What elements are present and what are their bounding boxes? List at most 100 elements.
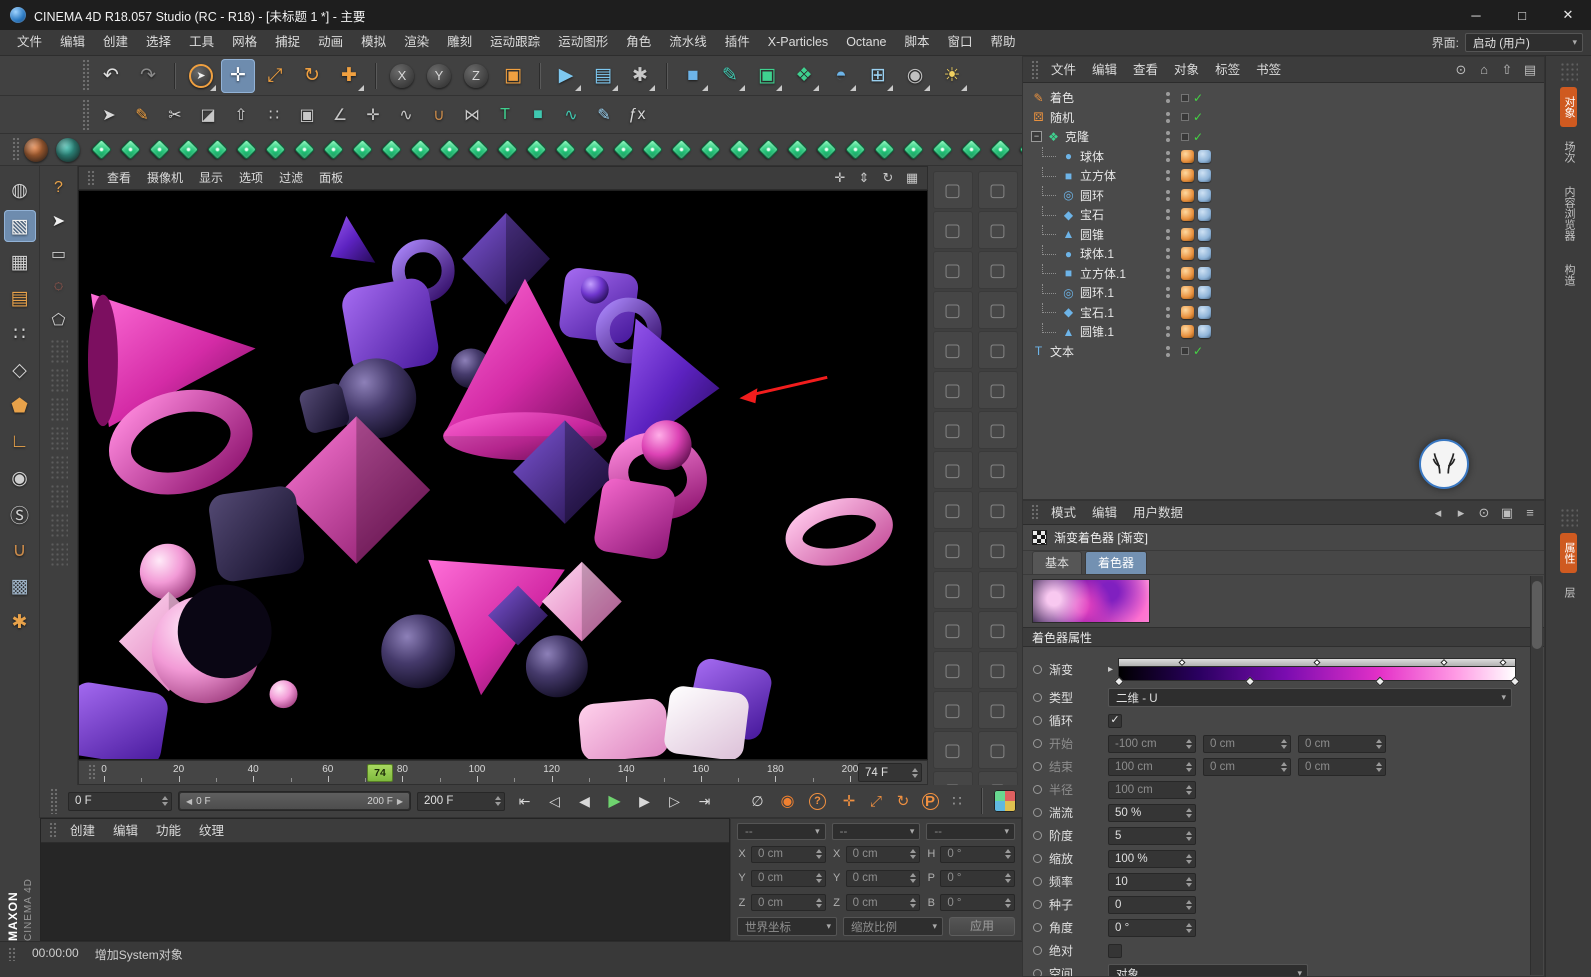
menu-item-6[interactable]: 网格: [223, 30, 266, 55]
mograph-effector-icon-5[interactable]: [204, 137, 230, 163]
stepper-arrows[interactable]: [1005, 873, 1011, 883]
scale-tool-icon[interactable]: ⤢: [258, 59, 292, 93]
attribute-checkbox[interactable]: ✓: [1108, 714, 1122, 728]
palette-separator-handle[interactable]: [50, 368, 68, 392]
editor-visibility-dot[interactable]: [1166, 287, 1170, 291]
lock-x-axis-icon[interactable]: X: [385, 59, 419, 93]
render-visibility-dot[interactable]: [1166, 99, 1170, 103]
render-visibility-dot[interactable]: [1166, 353, 1170, 357]
menu-item-10[interactable]: 渲染: [395, 30, 438, 55]
stepper-arrows[interactable]: [1186, 831, 1192, 841]
menu-item-4[interactable]: 选择: [137, 30, 180, 55]
dock-tab-top-1[interactable]: 对象: [1560, 87, 1577, 127]
texture-tag-icon[interactable]: [1181, 267, 1194, 280]
previous-frame-button[interactable]: ◀: [571, 788, 598, 814]
stepper-arrows[interactable]: [816, 849, 822, 859]
attribute-checkbox[interactable]: [1108, 944, 1122, 958]
layer-box[interactable]: [1181, 94, 1189, 102]
coordinate-header-select-1[interactable]: --▾: [737, 823, 826, 840]
gradient-bar[interactable]: [1118, 666, 1516, 681]
stepper-arrows[interactable]: [1186, 762, 1192, 772]
mograph-effector-icon-12[interactable]: [407, 137, 433, 163]
menu-item-18[interactable]: Octane: [837, 30, 895, 55]
dock-tab-top-3[interactable]: 内容浏览器: [1560, 177, 1577, 250]
visibility-toggles[interactable]: [1155, 170, 1181, 181]
side-palette-icon-1-12[interactable]: ▢: [933, 611, 973, 649]
goto-start-button[interactable]: ⇤: [511, 788, 538, 814]
palette-separator-handle[interactable]: [50, 542, 68, 566]
key-rotation-button[interactable]: ↻: [891, 789, 915, 813]
attribute-number-field[interactable]: 5: [1108, 827, 1196, 845]
object-row-6[interactable]: ◎圆环: [1023, 186, 1544, 206]
mograph-effector-icon-31[interactable]: [958, 137, 984, 163]
stepper-arrows[interactable]: [1186, 854, 1192, 864]
render-visibility-dot[interactable]: [1166, 177, 1170, 181]
menu-item-21[interactable]: 帮助: [982, 30, 1025, 55]
range-right-arrow-icon[interactable]: ▶: [397, 797, 403, 806]
phong-tag-icon[interactable]: [1198, 286, 1211, 299]
side-palette-icon-2-11[interactable]: ▢: [978, 571, 1018, 609]
toggle-view-icon[interactable]: ▦: [901, 168, 923, 188]
editor-visibility-dot[interactable]: [1166, 268, 1170, 272]
spline-snap-icon[interactable]: ✱: [4, 606, 36, 638]
gradient-bias-track[interactable]: [1118, 658, 1516, 666]
enabled-check-icon[interactable]: ✓: [1193, 91, 1203, 105]
text-tool-icon[interactable]: T: [490, 100, 520, 130]
menu-item-5[interactable]: 工具: [180, 30, 223, 55]
texture-tag-icon[interactable]: [1181, 169, 1194, 182]
object-row-5[interactable]: ■立方体: [1023, 166, 1544, 186]
visibility-toggles[interactable]: [1155, 326, 1181, 337]
visibility-toggles[interactable]: [1155, 287, 1181, 298]
mograph-effector-icon-28[interactable]: [871, 137, 897, 163]
mograph-effector-icon-2[interactable]: [117, 137, 143, 163]
side-palette-icon-1-2[interactable]: ▢: [933, 211, 973, 249]
move-tool-icon[interactable]: ✛: [221, 59, 255, 93]
stepper-arrows[interactable]: [1005, 849, 1011, 859]
side-palette-icon-1-9[interactable]: ▢: [933, 491, 973, 529]
stepper-arrows[interactable]: [816, 873, 822, 883]
stepper-arrows[interactable]: [910, 898, 916, 908]
editor-visibility-dot[interactable]: [1166, 346, 1170, 350]
side-palette-icon-2-9[interactable]: ▢: [978, 491, 1018, 529]
key-position-button[interactable]: ✛: [837, 789, 861, 813]
playbar-drag-handle[interactable]: [50, 788, 58, 814]
stepper-arrows[interactable]: [1186, 877, 1192, 887]
workplane-lock-icon[interactable]: ▩: [4, 570, 36, 602]
animation-dot-icon[interactable]: [1033, 969, 1042, 976]
visibility-toggles[interactable]: [1155, 112, 1181, 123]
layer-box[interactable]: [1181, 113, 1189, 121]
object-manager-menu-item-1[interactable]: 文件: [1043, 58, 1084, 82]
rotate-view-icon[interactable]: ↻: [877, 168, 899, 188]
autokey-button[interactable]: ?: [804, 788, 831, 814]
stepper-arrows[interactable]: [910, 849, 916, 859]
dock-tab-top-2[interactable]: 场次: [1560, 132, 1577, 172]
side-palette-icon-2-2[interactable]: ▢: [978, 211, 1018, 249]
menu-item-16[interactable]: 插件: [716, 30, 759, 55]
scrollbar[interactable]: [1530, 576, 1543, 975]
mograph-effector-icon-26[interactable]: [813, 137, 839, 163]
mograph-effector-icon-19[interactable]: [610, 137, 636, 163]
side-palette-icon-2-7[interactable]: ▢: [978, 411, 1018, 449]
texture-tag-icon[interactable]: [1181, 286, 1194, 299]
visibility-toggles[interactable]: [1155, 190, 1181, 201]
coordinate-field-Z[interactable]: 0 cm: [751, 894, 826, 911]
animation-dot-icon[interactable]: [1033, 877, 1042, 886]
stepper-arrows[interactable]: [162, 796, 168, 806]
viewport-menu-item-3[interactable]: 显示: [191, 167, 231, 189]
phong-tag-icon[interactable]: [1198, 189, 1211, 202]
texture-tag-icon[interactable]: [1181, 208, 1194, 221]
phong-tag-icon[interactable]: [1198, 208, 1211, 221]
next-key-button[interactable]: ▷: [661, 788, 688, 814]
render-visibility-dot[interactable]: [1166, 333, 1170, 337]
gradient-expander-icon[interactable]: ▸: [1108, 664, 1113, 675]
mirror-tool-icon[interactable]: ⋈: [457, 100, 487, 130]
texture-tag-icon[interactable]: [1181, 247, 1194, 260]
menu-item-7[interactable]: 捕捉: [266, 30, 309, 55]
extrude-tool-icon[interactable]: ⇧: [226, 100, 256, 130]
add-deformer-icon[interactable]: ◓: [824, 59, 858, 93]
tab-1[interactable]: 基本: [1032, 551, 1082, 574]
menu-item-19[interactable]: 脚本: [896, 30, 939, 55]
visibility-toggles[interactable]: [1155, 229, 1181, 240]
goto-end-button[interactable]: ⇥: [691, 788, 718, 814]
coordinate-space-select[interactable]: 世界坐标 ▾: [737, 917, 837, 936]
